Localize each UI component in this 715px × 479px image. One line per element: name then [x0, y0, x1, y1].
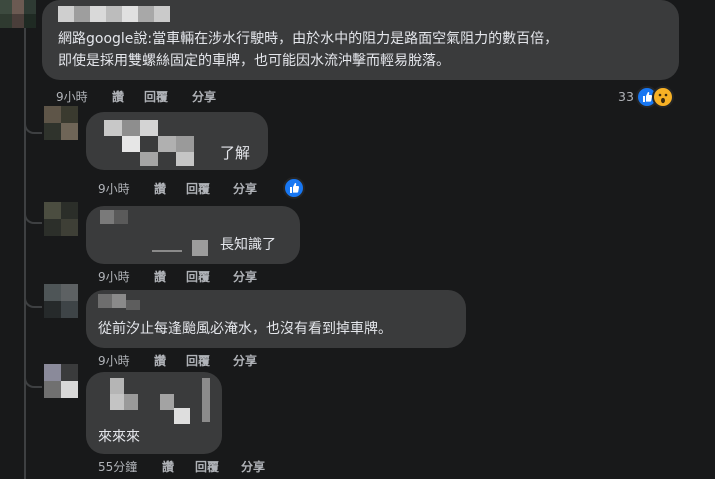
comment-actions: 9小時 讚 回覆 分享: [56, 88, 256, 104]
reply-button[interactable]: 回覆: [186, 268, 210, 285]
reply-button[interactable]: 回覆: [186, 352, 210, 369]
reply-button[interactable]: 回覆: [144, 88, 168, 105]
share-button[interactable]: 分享: [192, 88, 216, 105]
comment-actions: 55分鐘 讚 回覆 分享: [98, 458, 318, 474]
avatar[interactable]: [44, 284, 78, 318]
avatar[interactable]: [44, 202, 78, 236]
author-name-blurred[interactable]: [100, 116, 210, 166]
share-button[interactable]: 分享: [233, 352, 257, 369]
thread-branch: [24, 294, 42, 308]
reaction-summary[interactable]: 33: [618, 86, 678, 108]
author-name-blurred[interactable]: [106, 378, 216, 428]
wow-icon: [652, 86, 674, 108]
timestamp[interactable]: 9小時: [56, 88, 88, 105]
comment-bubble: 從前汐止每逢颱風必淹水，也沒有看到掉車牌。: [86, 290, 466, 348]
like-button[interactable]: 讚: [112, 88, 124, 105]
thread-branch: [24, 120, 42, 134]
comment-actions: 9小時 讚 回覆 分享: [98, 352, 298, 368]
comment-text: 了解: [220, 144, 251, 162]
comment-text: 網路google說:當車輛在涉水行駛時，由於水中的阻力是路面空氣阻力的數百倍，: [58, 31, 559, 47]
share-button[interactable]: 分享: [241, 458, 265, 475]
timestamp[interactable]: 9小時: [98, 352, 130, 369]
reply-button[interactable]: 回覆: [186, 180, 210, 197]
share-button[interactable]: 分享: [233, 268, 257, 285]
like-button[interactable]: 讚: [154, 180, 166, 197]
comment-text: 來來來: [98, 429, 140, 445]
avatar[interactable]: [44, 106, 78, 140]
comment-text: 從前汐止每逢颱風必淹水，也沒有看到掉車牌。: [98, 321, 392, 337]
comment-actions: 9小時 讚 回覆 分享: [98, 268, 298, 284]
reaction-count: 33: [618, 89, 634, 104]
author-name-blurred[interactable]: [58, 6, 188, 26]
timestamp[interactable]: 9小時: [98, 268, 130, 285]
avatar: [0, 0, 36, 40]
comment-text: 即使是採用雙螺絲固定的車牌，也可能因水流沖擊而輕易脫落。: [58, 53, 450, 69]
like-icon[interactable]: [283, 177, 305, 199]
avatar[interactable]: [44, 364, 78, 398]
comment-bubble: 來來來: [86, 372, 222, 454]
author-name-blurred[interactable]: [98, 294, 158, 314]
thread-branch: [24, 374, 42, 388]
share-button[interactable]: 分享: [233, 180, 257, 197]
timestamp[interactable]: 55分鐘: [98, 458, 137, 475]
comment-bubble: 長知識了: [86, 206, 300, 264]
comment-actions: 9小時 讚 回覆 分享: [98, 180, 298, 196]
thread-branch: [24, 210, 42, 224]
like-button[interactable]: 讚: [154, 352, 166, 369]
like-button[interactable]: 讚: [162, 458, 174, 475]
reply-button[interactable]: 回覆: [195, 458, 219, 475]
comment-bubble: 了解: [86, 112, 268, 170]
comment-bubble: 網路google說:當車輛在涉水行駛時，由於水中的阻力是路面空氣阻力的數百倍， …: [42, 0, 679, 80]
timestamp[interactable]: 9小時: [98, 180, 130, 197]
comment-text: 長知識了: [220, 237, 276, 253]
like-button[interactable]: 讚: [154, 268, 166, 285]
author-name-blurred[interactable]: [96, 208, 216, 260]
thread-line: [24, 0, 26, 479]
